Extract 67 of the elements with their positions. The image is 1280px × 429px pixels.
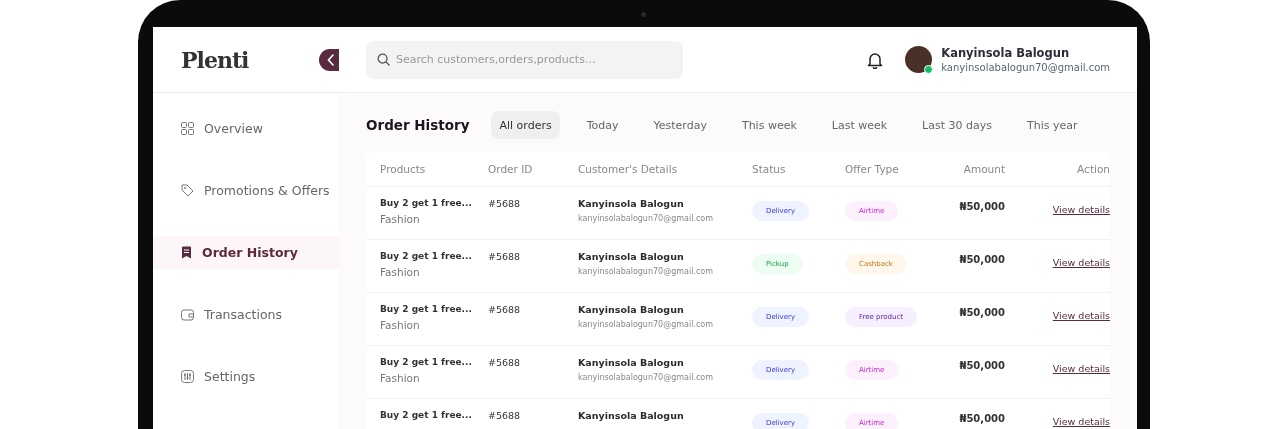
customer-email: kanyinsolabalogun70@gmail.com bbox=[578, 373, 715, 382]
column-header: Products bbox=[380, 163, 427, 175]
amount: ₦50,000 bbox=[959, 412, 1005, 424]
column-header: Order ID bbox=[488, 163, 534, 175]
page-title: Order History bbox=[366, 117, 470, 133]
filter-tab[interactable]: Last 30 days bbox=[914, 111, 1000, 139]
product-name: Buy 2 get 1 free... bbox=[380, 410, 473, 420]
column-header: Status bbox=[752, 163, 787, 175]
receipt-icon bbox=[181, 246, 192, 259]
customer-email: kanyinsolabalogun70@gmail.com bbox=[578, 320, 715, 329]
customer-name: Kanyinsola Balogun bbox=[578, 198, 685, 209]
brand-logo: Plenti bbox=[181, 46, 249, 73]
view-details-link[interactable]: View details bbox=[1052, 363, 1110, 374]
column-header: Customer's Details bbox=[578, 163, 679, 175]
order-id: #5688 bbox=[488, 356, 522, 368]
order-id: #5688 bbox=[488, 250, 522, 262]
product-category: Fashion bbox=[380, 213, 421, 225]
product-category: Fashion bbox=[380, 266, 421, 278]
product-name: Buy 2 get 1 free... bbox=[380, 251, 473, 261]
sidebar-item[interactable]: Promotions & Offers bbox=[153, 174, 339, 207]
grid-icon bbox=[181, 122, 194, 135]
order-id: #5688 bbox=[488, 409, 522, 421]
order-id: #5688 bbox=[488, 303, 522, 315]
sliders-icon bbox=[181, 370, 194, 383]
view-details-link[interactable]: View details bbox=[1052, 257, 1110, 268]
product-name: Buy 2 get 1 free... bbox=[380, 304, 473, 314]
product-name: Buy 2 get 1 free... bbox=[380, 198, 473, 208]
filter-tab[interactable]: This week bbox=[733, 111, 805, 139]
camera-dot bbox=[641, 12, 646, 17]
customer-name: Kanyinsola Balogun bbox=[578, 251, 685, 262]
customer-email: kanyinsolabalogun70@gmail.com bbox=[578, 214, 715, 223]
filter-tab[interactable]: This year bbox=[1019, 111, 1086, 139]
user-email: kanyinsolabalogun70@gmail.com bbox=[941, 62, 1110, 73]
notification-bell-icon[interactable] bbox=[867, 50, 884, 69]
user-name: Kanyinsola Balogun bbox=[941, 46, 1071, 60]
wallet-icon bbox=[181, 308, 194, 321]
chevron-left-icon bbox=[327, 53, 335, 66]
sidebar-item[interactable]: Settings bbox=[153, 360, 339, 393]
view-details-link[interactable]: View details bbox=[1052, 416, 1110, 427]
amount: ₦50,000 bbox=[959, 253, 1005, 265]
filter-tab[interactable]: Last week bbox=[823, 111, 896, 139]
customer-email: kanyinsolabalogun70@gmail.com bbox=[578, 267, 715, 276]
view-details-link[interactable]: View details bbox=[1052, 204, 1110, 215]
tag-icon bbox=[181, 184, 194, 197]
sidebar-item[interactable]: Order History bbox=[153, 236, 339, 269]
search-field[interactable]: Search customers,orders,products... bbox=[366, 40, 683, 79]
column-header: Amount bbox=[963, 163, 1005, 175]
column-header: Action bbox=[1077, 163, 1110, 175]
sidebar-item[interactable]: Overview bbox=[153, 112, 339, 145]
filter-tab[interactable]: Yesterday bbox=[645, 111, 715, 139]
product-category: Fashion bbox=[380, 372, 421, 384]
avatar[interactable] bbox=[905, 46, 933, 73]
customer-name: Kanyinsola Balogun bbox=[578, 304, 685, 315]
filter-tab[interactable]: All orders bbox=[491, 111, 560, 139]
amount: ₦50,000 bbox=[959, 306, 1005, 318]
product-category: Fashion bbox=[380, 319, 421, 331]
sidebar-item[interactable]: Transactions bbox=[153, 298, 339, 331]
order-id: #5688 bbox=[488, 197, 522, 209]
customer-name: Kanyinsola Balogun bbox=[578, 357, 685, 368]
amount: ₦50,000 bbox=[959, 200, 1005, 212]
product-name: Buy 2 get 1 free... bbox=[380, 357, 473, 367]
column-header: Offer Type bbox=[845, 163, 900, 175]
amount: ₦50,000 bbox=[959, 359, 1005, 371]
filter-tab[interactable]: Today bbox=[578, 111, 627, 139]
customer-name: Kanyinsola Balogun bbox=[578, 410, 685, 421]
collapse-button[interactable] bbox=[319, 48, 339, 71]
view-details-link[interactable]: View details bbox=[1052, 310, 1110, 321]
